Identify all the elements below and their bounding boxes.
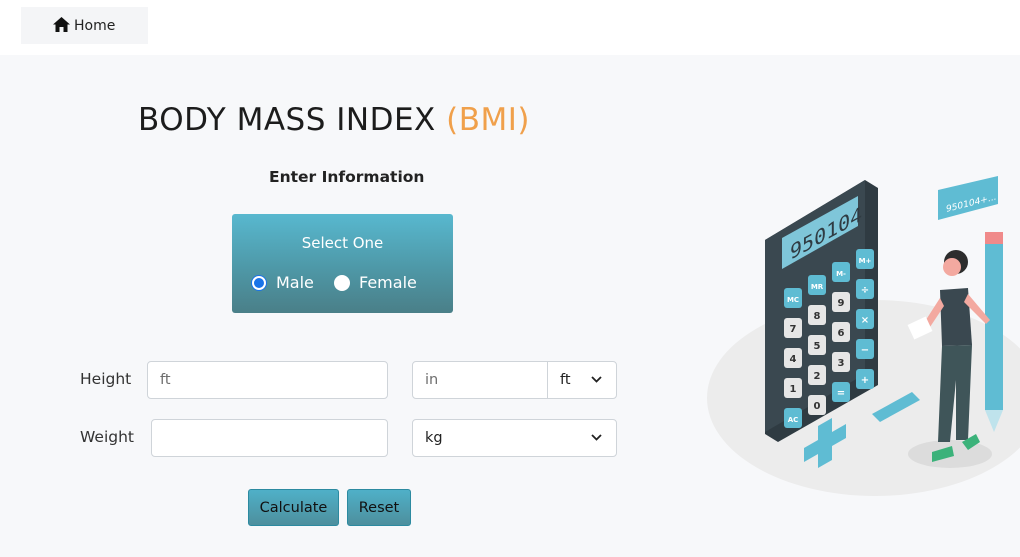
calculate-button[interactable]: Calculate <box>248 489 339 526</box>
pencil <box>985 240 1003 410</box>
home-icon <box>53 17 70 32</box>
calculator-key-label: 9 <box>838 298 845 309</box>
calculator-key-label: MR <box>811 283 824 291</box>
gender-female-label: Female <box>359 273 417 292</box>
calculator-key-label: − <box>861 345 869 356</box>
weight-unit-value: kg <box>425 430 443 446</box>
section-subtitle: Enter Information <box>269 168 425 186</box>
calculator-key-label: + <box>861 375 869 386</box>
weight-unit-select[interactable]: kg <box>412 419 617 457</box>
title-accent: (BMI) <box>446 102 530 138</box>
calculator-key-label: 3 <box>838 358 845 369</box>
calculator-key-label: MC <box>787 296 799 304</box>
page-title: BODY MASS INDEX (BMI) <box>138 102 530 138</box>
gender-prompt: Select One <box>301 234 384 252</box>
height-inches-input[interactable] <box>412 361 549 399</box>
gender-option-female[interactable]: Female <box>334 273 417 292</box>
calculator-key-label: 2 <box>814 371 821 382</box>
calculator-key-label: ÷ <box>861 285 869 296</box>
weight-label: Weight <box>80 428 135 446</box>
height-unit-value: ft <box>560 372 571 388</box>
calculator-key-label: 5 <box>814 341 821 352</box>
height-unit-select[interactable]: ft <box>547 361 617 399</box>
calculator-key-label: M+ <box>859 257 872 265</box>
calculator-key-label: M- <box>836 270 846 278</box>
top-navbar: Home <box>0 0 1020 55</box>
calculator-key-label: = <box>837 388 845 399</box>
title-main: BODY MASS INDEX <box>138 102 447 138</box>
calculator-key-label: 8 <box>814 311 821 322</box>
gender-option-male[interactable]: Male <box>251 273 314 292</box>
calculator-illustration: 950104 MCMRM-M+789÷456×123−AC0=+ 950104+… <box>707 176 1020 496</box>
weight-input[interactable] <box>151 419 388 457</box>
calculator-key-label: 6 <box>838 328 845 339</box>
radio-male[interactable] <box>251 274 267 291</box>
calculator-key-label: 7 <box>790 324 797 335</box>
calculator-key-label: 0 <box>814 401 821 412</box>
calculator-key-label: AC <box>788 416 799 424</box>
chevron-down-icon <box>591 376 602 383</box>
calculator-key-label: 4 <box>790 354 797 365</box>
chevron-down-icon <box>591 434 602 441</box>
reset-button[interactable]: Reset <box>347 489 411 526</box>
gender-selector: Select One Male Female <box>232 214 453 313</box>
gender-male-label: Male <box>276 273 314 292</box>
height-label: Height <box>80 370 132 388</box>
radio-female[interactable] <box>334 274 350 291</box>
height-feet-input[interactable] <box>147 361 388 399</box>
calculator-key-label: × <box>861 315 869 326</box>
home-button[interactable]: Home <box>21 7 148 44</box>
calculator-key-label: 1 <box>790 384 797 395</box>
home-label: Home <box>74 17 116 34</box>
